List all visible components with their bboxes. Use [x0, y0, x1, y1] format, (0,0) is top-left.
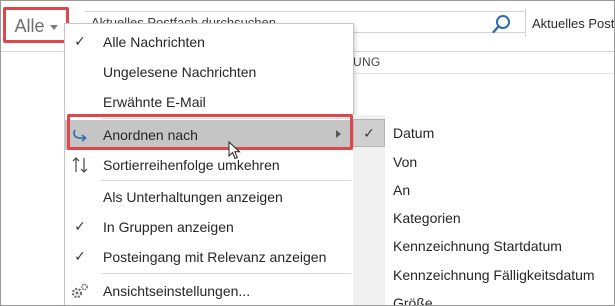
gear-icon [71, 283, 88, 298]
outlook-window: Alle Aktuelles Postfach UNG ✓ Alle Nachr… [0, 0, 615, 306]
check-icon: ✓ [74, 248, 86, 264]
submenu-item-groesse[interactable]: Größe [353, 289, 614, 305]
arrange-icon [73, 129, 87, 142]
menu-item-ansichtseinstellungen[interactable]: Ansichtseinstellungen... [65, 276, 353, 305]
menu-item-alle-nachrichten[interactable]: ✓ Alle Nachrichten [65, 27, 353, 56]
arrange-by-submenu: ✓ Datum Von An Kategorien Kennzeichnung … [353, 115, 614, 305]
scope-divider [525, 9, 526, 37]
check-icon: ✓ [74, 33, 86, 49]
reverse-sort-icon [72, 156, 88, 173]
menu-separator [101, 118, 351, 119]
submenu-item-kennzeichnung-faelligkeitsdatum[interactable]: Kennzeichnung Fälligkeitsdatum [353, 261, 614, 289]
menu-item-sortierreihenfolge[interactable]: Sortierreihenfolge umkehren [65, 150, 353, 179]
filter-dropdown-button[interactable]: Alle [8, 11, 64, 41]
check-icon: ✓ [74, 218, 86, 234]
menu-item-ungelesene-nachrichten[interactable]: Ungelesene Nachrichten [65, 57, 353, 86]
submenu-item-kennzeichnung-startdatum[interactable]: Kennzeichnung Startdatum [353, 232, 614, 260]
submenu-item-an[interactable]: An [353, 176, 614, 204]
menu-item-anordnen-nach[interactable]: Anordnen nach [65, 120, 353, 150]
submenu-arrow-icon [336, 130, 341, 138]
column-header-divider [341, 73, 614, 74]
search-icon[interactable] [491, 13, 513, 35]
submenu-item-datum[interactable]: ✓ Datum [353, 119, 614, 147]
filter-label: Alle [14, 15, 45, 36]
menu-item-in-gruppen[interactable]: ✓ In Gruppen anzeigen [65, 212, 353, 241]
menu-separator [101, 180, 351, 181]
submenu-item-kategorien[interactable]: Kategorien [353, 204, 614, 232]
menu-item-als-unterhaltungen[interactable]: Als Unterhaltungen anzeigen [65, 182, 353, 211]
search-scope-dropdown[interactable]: Aktuelles Postfach [532, 16, 614, 31]
column-header[interactable]: UNG [353, 55, 381, 69]
submenu-item-von[interactable]: Von [353, 148, 614, 176]
menu-item-erwaehnte-email[interactable]: Erwähnte E-Mail [65, 87, 353, 116]
mouse-cursor-icon [228, 141, 241, 160]
check-icon: ✓ [363, 124, 375, 141]
menu-separator [101, 273, 351, 274]
filter-menu: ✓ Alle Nachrichten Ungelesene Nachrichte… [64, 23, 354, 305]
menu-item-relevanz[interactable]: ✓ Posteingang mit Relevanz anzeigen [65, 242, 353, 271]
chevron-down-icon [49, 24, 58, 30]
